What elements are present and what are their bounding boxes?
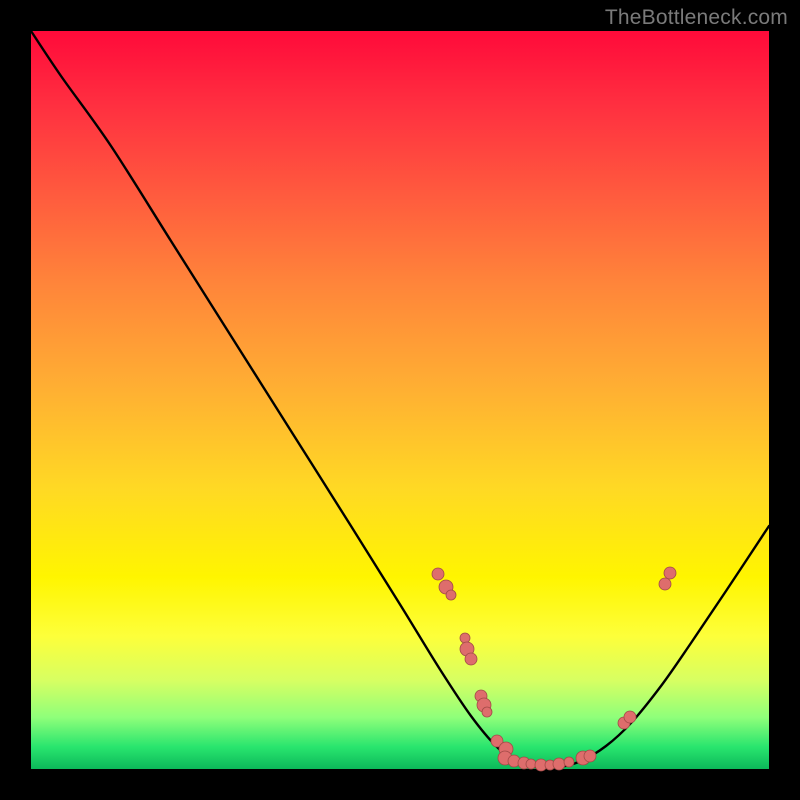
chart-dot <box>432 568 444 580</box>
chart-dot <box>482 707 492 717</box>
chart-dot <box>664 567 676 579</box>
chart-dot <box>564 757 574 767</box>
chart-overlay-svg <box>31 31 769 769</box>
chart-plot-area <box>31 31 769 769</box>
chart-dot <box>584 750 596 762</box>
chart-dot <box>465 653 477 665</box>
chart-dot <box>553 758 565 770</box>
chart-dot <box>446 590 456 600</box>
chart-dots-group <box>432 567 676 771</box>
watermark-text: TheBottleneck.com <box>605 6 788 30</box>
chart-dot <box>659 578 671 590</box>
bottleneck-curve <box>31 31 769 768</box>
chart-dot <box>460 633 470 643</box>
chart-dot <box>526 759 536 769</box>
chart-dot <box>624 711 636 723</box>
